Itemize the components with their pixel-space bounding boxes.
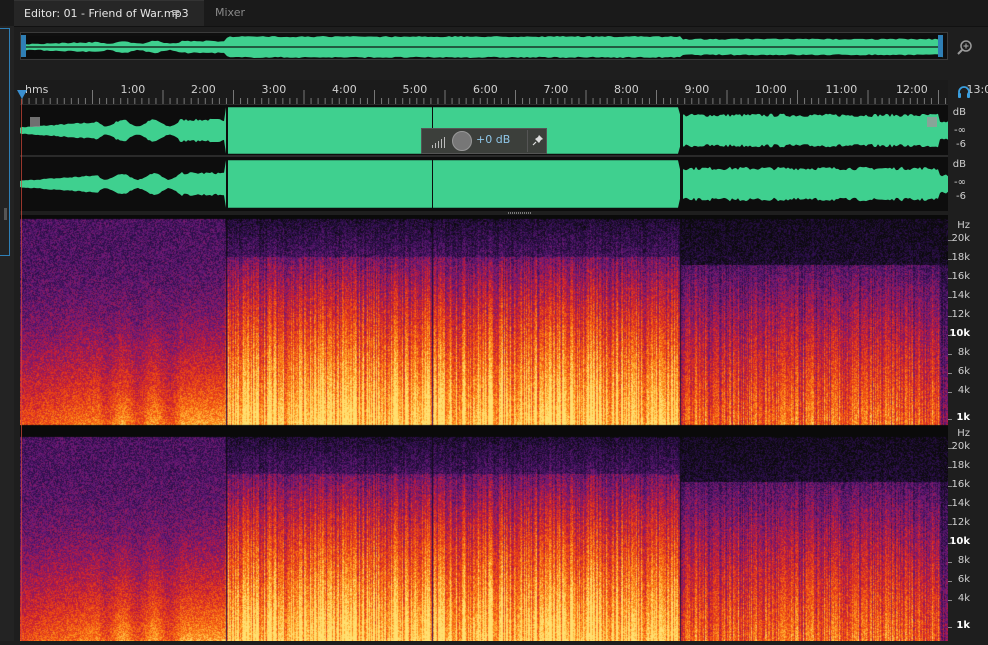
frequency-scale-tick — [948, 562, 952, 563]
frequency-scale-tick — [948, 467, 952, 468]
amp-scale-label: -6 — [956, 139, 966, 150]
pin-icon[interactable] — [532, 134, 544, 146]
frequency-scale-tick — [948, 419, 952, 420]
amp-scale-label: -∞ — [954, 125, 966, 136]
ruler-tick-label: 11:00 — [826, 83, 858, 96]
frequency-scale-tick — [948, 627, 952, 628]
ruler-tick-label: 8:00 — [614, 83, 639, 96]
frequency-scale-label: 16k — [951, 271, 970, 282]
time-ruler[interactable]: 1:00 2:00 3:00 4:00 5:00 6:00 7:00 8:00 9:00 10:0… — [20, 80, 948, 105]
amp-scale-label: -6 — [956, 191, 966, 202]
frequency-scale-tick — [948, 316, 952, 317]
ruler-tick-label: 1:00 — [121, 83, 146, 96]
zoom-icon[interactable] — [955, 38, 975, 58]
hud-separator — [527, 130, 528, 152]
playhead-marker[interactable] — [17, 90, 27, 99]
frequency-scale-tick — [948, 505, 952, 506]
frequency-scale-tick — [948, 335, 952, 336]
ruler-tick-label: 10:00 — [755, 83, 787, 96]
waveform-graphic — [20, 105, 948, 211]
frequency-scale-tick — [948, 486, 952, 487]
frequency-scale-label: 14k — [951, 290, 970, 301]
ruler-tick-label: 7:00 — [544, 83, 569, 96]
frequency-scale-label: 1k — [956, 620, 970, 631]
spectrogram-canvas — [20, 215, 948, 641]
spectral-display[interactable] — [20, 215, 948, 641]
left-panel-accent — [0, 28, 10, 256]
frequency-scale-tick — [948, 259, 952, 260]
overview-waveform[interactable] — [20, 32, 948, 60]
frequency-scale: Hz 20k 18k 16k 14k 12k 10k 8k 6k 4k 1k Hz 20k 18k 16k 1… — [948, 215, 988, 641]
frequency-scale-label: 8k — [958, 555, 970, 566]
frequency-scale-tick — [948, 373, 952, 374]
frequency-scale-label: 18k — [951, 252, 970, 263]
frequency-scale-label: 18k — [951, 460, 970, 471]
tab-editor-label: Editor: 01 - Friend of War.mp3 — [24, 7, 189, 20]
frequency-scale-label: 10k — [949, 328, 970, 339]
frequency-scale-label: 14k — [951, 498, 970, 509]
ruler-tick-label: 4:00 — [332, 83, 357, 96]
frequency-scale-tick — [948, 278, 952, 279]
frequency-scale-label: 12k — [951, 309, 970, 320]
frequency-scale-label: 6k — [958, 574, 970, 585]
frequency-scale-tick — [948, 297, 952, 298]
ruler-tick-label: 3:00 — [262, 83, 287, 96]
frequency-scale-tick — [948, 354, 952, 355]
overview-waveform-graphic — [21, 33, 949, 61]
ruler-tick-label: 12:00 — [896, 83, 928, 96]
gain-value[interactable]: +0 dB — [476, 133, 510, 146]
ruler-tick-label: 5:00 — [403, 83, 428, 96]
ruler-tick-label: 6:00 — [473, 83, 498, 96]
ruler-tick-label: 2:00 — [191, 83, 216, 96]
ruler-unit-label: hms — [25, 83, 48, 96]
overview-range-handle-left[interactable] — [21, 35, 26, 57]
frequency-scale-tick — [948, 581, 952, 582]
headphone-icon[interactable] — [957, 85, 971, 99]
frequency-scale-label: 4k — [958, 593, 970, 604]
frequency-scale-tick — [948, 392, 952, 393]
gain-knob[interactable] — [452, 131, 472, 151]
frequency-scale-tick — [948, 543, 952, 544]
amp-scale-label: -∞ — [954, 177, 966, 188]
waveform-display[interactable] — [20, 105, 948, 211]
frequency-scale-label: 20k — [951, 233, 970, 244]
frequency-scale-label: 20k — [951, 441, 970, 452]
frequency-scale-tick — [948, 448, 952, 449]
frequency-scale-label: 1k — [956, 412, 970, 423]
editor-tab-bar: Editor: 01 - Friend of War.mp3 ≡ Mixer — [0, 0, 988, 27]
frequency-scale-label: 6k — [958, 366, 970, 377]
left-panel-scroll-mark[interactable] — [4, 208, 7, 220]
frequency-scale-tick — [948, 600, 952, 601]
frequency-scale-label: Hz — [957, 220, 970, 231]
level-bars-icon — [432, 136, 448, 148]
tab-mixer[interactable]: Mixer — [215, 0, 245, 26]
playhead-line — [21, 99, 22, 641]
frequency-scale-label: Hz — [957, 428, 970, 439]
tab-menu-icon[interactable]: ≡ — [171, 0, 180, 26]
frequency-scale-tick — [948, 524, 952, 525]
amp-scale-label: dB — [953, 107, 966, 118]
frequency-scale-label: 10k — [949, 536, 970, 547]
amp-scale-label: dB — [953, 159, 966, 170]
amplitude-scale: dB -∞ -6 dB -∞ -6 — [948, 105, 988, 215]
frequency-scale-label: 12k — [951, 517, 970, 528]
overview-range-handle-right[interactable] — [938, 35, 943, 57]
frequency-scale-tick — [948, 240, 952, 241]
frequency-scale-label: 16k — [951, 479, 970, 490]
frequency-scale-label: 8k — [958, 347, 970, 358]
ruler-tick-label: 9:00 — [685, 83, 710, 96]
frequency-scale-label: 4k — [958, 385, 970, 396]
